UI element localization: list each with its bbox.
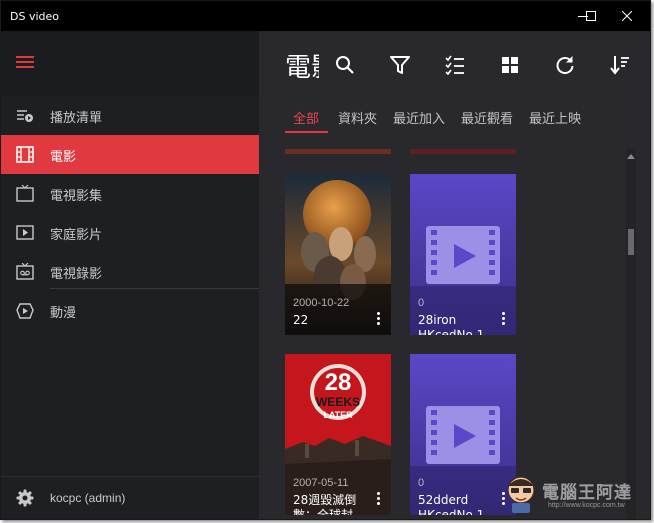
poster-number: 28	[325, 369, 352, 396]
sort-icon[interactable]	[610, 55, 630, 75]
card-date: 2000-10-22	[293, 297, 350, 309]
card-title: 28iron HKcedNo 1	[418, 313, 485, 335]
28-weeks-later-poster: 28 WEEKS LATER	[285, 354, 391, 515]
sidebar: 播放清單 電影 電視影集 家庭影片 電視錄影 動漫 kocpc (admin)	[1, 31, 259, 519]
main-content: 電影	[259, 31, 650, 519]
more-options-icon[interactable]	[377, 312, 381, 328]
tab-folders[interactable]: 資料夾	[338, 108, 377, 127]
anime-icon	[16, 303, 34, 319]
poster-word-weeks: WEEKS	[316, 395, 360, 409]
card-date: 2007-05-11	[293, 477, 349, 489]
tab-recently-added[interactable]: 最近加入	[393, 108, 445, 127]
app-window: DS video 播放清單 電影 電視影集 家庭影片 電視錄影 動漫 kocpc…	[0, 0, 651, 520]
gear-icon[interactable]	[16, 489, 34, 507]
sidebar-item-label: 播放清單	[50, 111, 103, 126]
scroll-up-icon[interactable]	[627, 153, 635, 159]
watermark-url: http://www.kocpc.com.tw	[548, 502, 625, 509]
refresh-icon[interactable]	[555, 55, 575, 75]
sidebar-item-anime[interactable]: 動漫	[1, 291, 259, 330]
more-options-icon[interactable]	[502, 312, 506, 328]
card-date: 0	[418, 477, 425, 489]
sidebar-item-label: 動漫	[50, 306, 77, 321]
sidebar-item-playlist[interactable]: 播放清單	[1, 96, 259, 135]
movie-card[interactable]: 28 WEEKS LATER 2007-05-11 28週毀滅倒數：全球封	[285, 354, 391, 515]
card-title: 22	[293, 313, 309, 327]
sidebar-item-label: 電影	[50, 150, 77, 165]
movie-card[interactable]: 0 28iron HKcedNo 1	[410, 174, 516, 335]
film-icon	[16, 146, 34, 163]
card-peek	[285, 149, 391, 154]
sidebar-item-label: 電視影集	[50, 189, 103, 204]
home-video-icon	[16, 225, 34, 240]
card-peek	[410, 149, 516, 154]
card-date: 0	[418, 297, 425, 309]
maximize-button[interactable]	[571, 1, 611, 31]
movie-card[interactable]: 2000-10-22 22	[285, 174, 391, 335]
card-title: 28週毀滅倒數：全球封	[293, 493, 357, 515]
watermark-text: 電腦王阿達	[542, 483, 632, 503]
maximize-icon	[586, 11, 596, 21]
sidebar-item-tv-series[interactable]: 電視影集	[1, 174, 259, 213]
tv-icon	[16, 185, 34, 202]
sidebar-item-label: 電視錄影	[50, 267, 103, 282]
grid-view-icon[interactable]	[500, 55, 520, 75]
select-list-icon[interactable]	[445, 55, 465, 75]
tab-all[interactable]: 全部	[293, 108, 319, 127]
sidebar-item-tv-recordings[interactable]: 電視錄影	[1, 252, 259, 291]
hamburger-icon[interactable]	[16, 56, 34, 69]
tv-recording-icon	[16, 263, 34, 280]
tab-active-indicator	[285, 131, 328, 133]
card-title: 52dderd HKcedNo 1	[418, 493, 485, 515]
sidebar-item-home-videos[interactable]: 家庭影片	[1, 213, 259, 252]
tab-recently-released[interactable]: 最近上映	[529, 108, 581, 127]
poster-word-later: LATER	[323, 410, 353, 420]
dune-poster	[285, 174, 391, 335]
close-button[interactable]	[607, 1, 647, 31]
sidebar-item-movies[interactable]: 電影	[1, 135, 259, 174]
title-bar: DS video	[1, 1, 650, 31]
scrollbar-thumb[interactable]	[628, 229, 634, 255]
filter-icon[interactable]	[390, 55, 410, 75]
page-title: 電影	[285, 53, 319, 81]
scrollbar[interactable]	[626, 149, 636, 519]
search-icon[interactable]	[335, 55, 355, 75]
mascot-logo	[507, 476, 535, 513]
sidebar-divider	[50, 288, 259, 289]
window-title: DS video	[10, 10, 59, 23]
more-options-icon[interactable]	[377, 492, 381, 508]
sidebar-header	[1, 31, 259, 96]
close-icon	[622, 11, 632, 21]
movie-grid: 2000-10-22 22 0 28iron HKcedNo 1 28 WEEK…	[259, 149, 624, 519]
sidebar-item-label: 家庭影片	[50, 228, 103, 243]
video-placeholder	[410, 174, 516, 335]
playlist-icon	[17, 110, 33, 122]
sidebar-nav: 播放清單 電影 電視影集 家庭影片 電視錄影 動漫	[1, 96, 259, 330]
watermark: 電腦王阿達 http://www.kocpc.com.tw	[500, 472, 650, 520]
tab-recently-watched[interactable]: 最近觀看	[461, 108, 513, 127]
user-name: kocpc (admin)	[50, 491, 126, 505]
sidebar-footer[interactable]: kocpc (admin)	[1, 476, 259, 519]
